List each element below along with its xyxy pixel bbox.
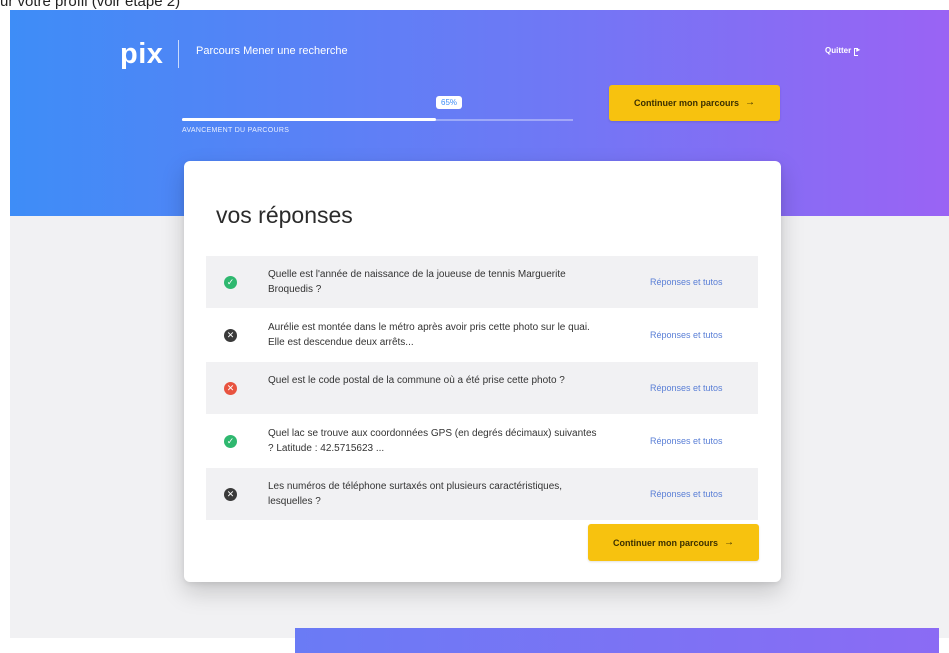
answer-row: ✓ Quelle est l'année de naissance de la … — [206, 256, 758, 308]
skip-circle-icon: ✕ — [224, 329, 237, 342]
answers-tutorials-link[interactable]: Réponses et tutos — [650, 383, 723, 393]
progress-bar — [182, 118, 573, 121]
answer-question: Aurélie est montée dans le métro après a… — [268, 322, 590, 348]
answer-row: ✕ Les numéros de téléphone surtaxés ont … — [206, 468, 758, 520]
arrow-right-icon: → — [745, 97, 755, 108]
continue-label: Continuer mon parcours — [612, 537, 718, 548]
logo-divider — [178, 40, 179, 68]
quit-button[interactable]: Quitter — [825, 45, 860, 56]
footer-gradient-strip — [295, 628, 939, 653]
card-title: vos réponses — [216, 202, 353, 228]
answer-question: Quelle est l'année de naissance de la jo… — [268, 269, 566, 295]
answer-question: Quel est le code postal de la commune où… — [268, 375, 565, 386]
cross-circle-icon: ✕ — [224, 382, 237, 395]
answer-row: ✕ Quel est le code postal de la commune … — [206, 362, 758, 414]
course-title: Parcours Mener une recherche — [196, 45, 348, 57]
answers-tutorials-link[interactable]: Réponses et tutos — [650, 277, 723, 287]
answers-card: vos réponses ✓ Quelle est l'année de nai… — [184, 161, 781, 582]
skip-circle-icon: ✕ — [224, 488, 237, 501]
continue-button-bottom[interactable]: Continuer mon parcours → — [588, 524, 759, 561]
exit-icon — [854, 45, 860, 56]
answers-tutorials-link[interactable]: Réponses et tutos — [650, 330, 723, 340]
answers-tutorials-link[interactable]: Réponses et tutos — [650, 436, 723, 446]
continue-label: Continuer mon parcours — [633, 98, 739, 108]
answer-question: Les numéros de téléphone surtaxés ont pl… — [268, 481, 563, 507]
check-circle-icon: ✓ — [224, 276, 237, 289]
pix-logo[interactable]: pix — [120, 38, 163, 70]
pix-screenshot: pix Parcours Mener une recherche Quitter… — [10, 10, 949, 638]
answers-tutorials-link[interactable]: Réponses et tutos — [650, 489, 723, 499]
check-circle-icon: ✓ — [224, 435, 237, 448]
progress-percent-badge: 65% — [436, 96, 463, 109]
quit-label: Quitter — [825, 46, 852, 55]
progress-fill — [182, 118, 437, 121]
answer-row: ✕ Aurélie est montée dans le métro après… — [206, 309, 758, 361]
continue-button-top[interactable]: Continuer mon parcours → — [609, 85, 780, 121]
answer-row: ✓ Quel lac se trouve aux coordonnées GPS… — [206, 415, 758, 467]
answer-question: Quel lac se trouve aux coordonnées GPS (… — [268, 428, 597, 454]
progress-label: AVANCEMENT DU PARCOURS — [182, 127, 290, 134]
document-caption: ur votre profil (voir étape 2) — [0, 0, 181, 10]
arrow-right-icon: → — [724, 536, 734, 548]
